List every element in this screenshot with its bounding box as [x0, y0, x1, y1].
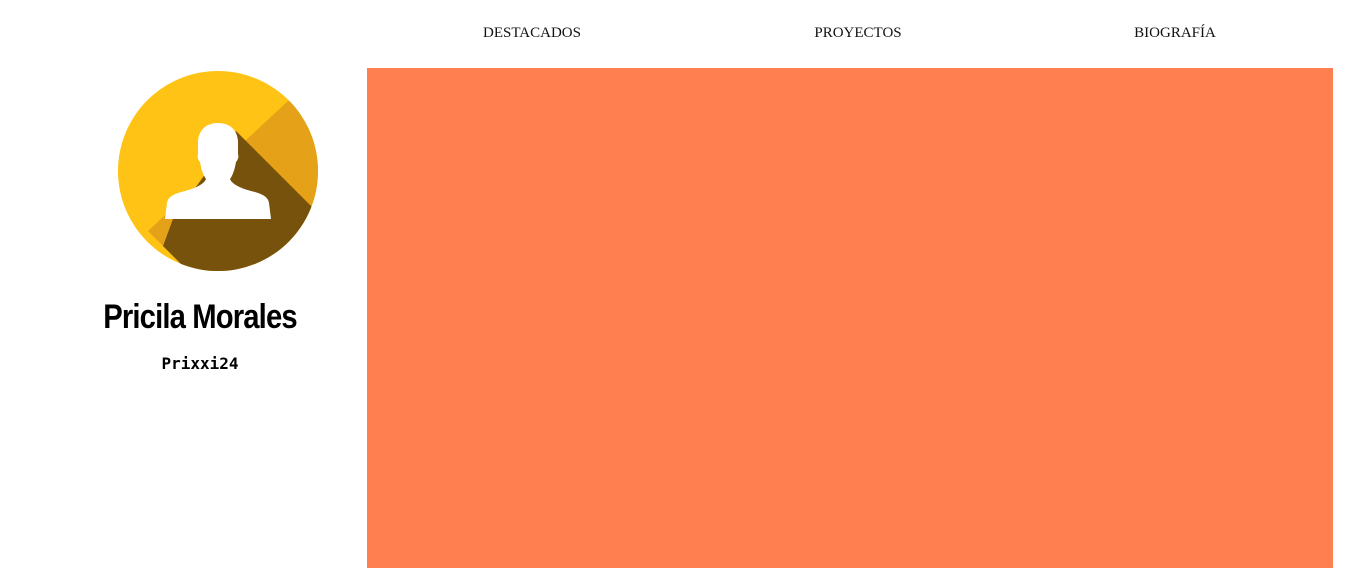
user-silhouette-icon — [118, 71, 318, 271]
profile-sidebar: Pricila Morales Prixxi24 — [0, 0, 367, 586]
nav-item-proyectos[interactable]: PROYECTOS — [814, 25, 901, 42]
avatar — [118, 71, 318, 271]
top-nav: DESTACADOS PROYECTOS BIOGRAFÍA — [367, 0, 1333, 68]
nav-item-destacados[interactable]: DESTACADOS — [483, 25, 581, 42]
profile-username: Prixxi24 — [161, 354, 239, 373]
profile-name: Pricila Morales — [103, 298, 297, 336]
content-panel — [367, 68, 1333, 568]
nav-item-biografia[interactable]: BIOGRAFÍA — [1134, 25, 1216, 42]
